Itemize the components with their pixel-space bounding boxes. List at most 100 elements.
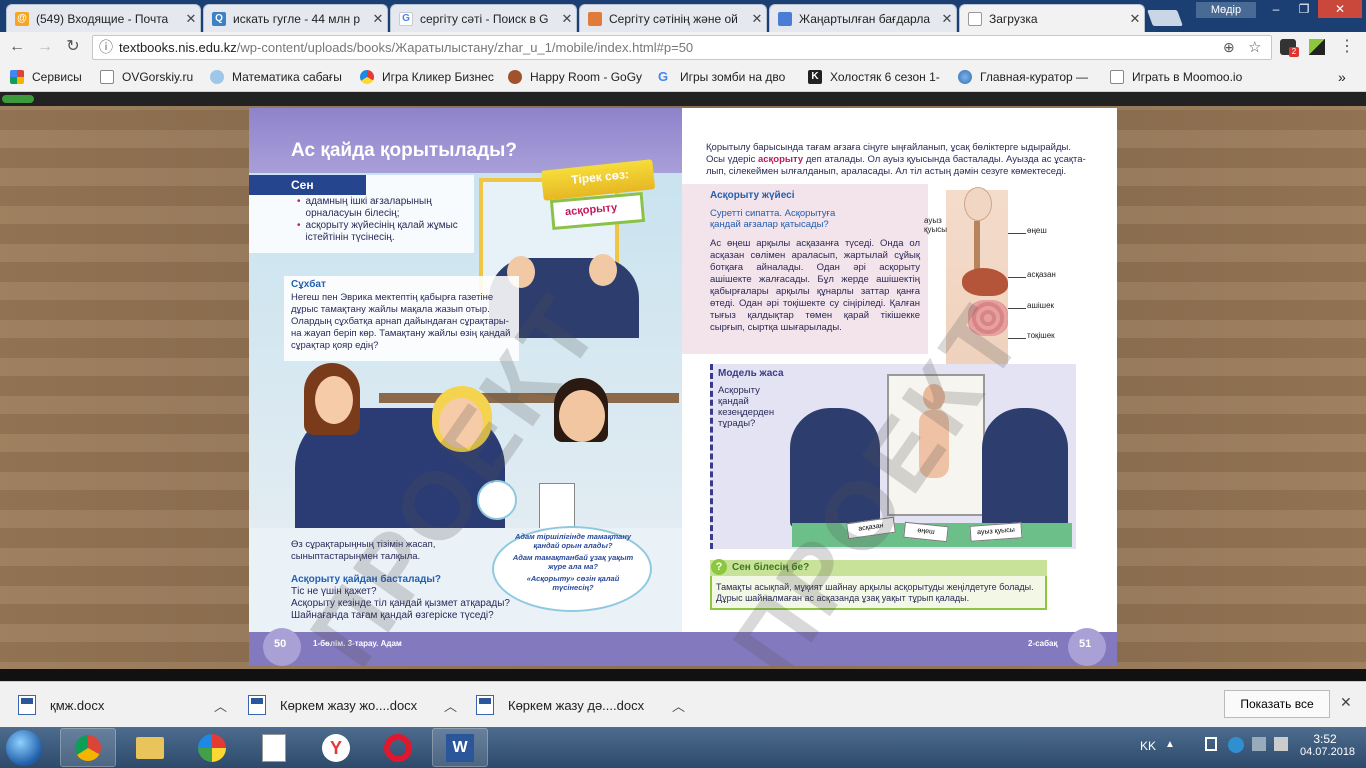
address-bar[interactable]: ⓘ textbooks.nis.edu.kz/wp-content/upload… <box>92 35 1272 60</box>
mail-icon: @ <box>15 11 29 26</box>
language-indicator[interactable]: KK <box>1140 739 1156 753</box>
reload-button[interactable]: ↻ <box>64 38 82 56</box>
network-icon[interactable] <box>1228 737 1244 753</box>
toolbar: ← → ↻ ⓘ textbooks.nis.edu.kz/wp-content/… <box>0 32 1366 62</box>
close-icon[interactable]: ✕ <box>558 11 576 27</box>
bubble-question: Адам тамақтанбай ұзақ уақыт жүре ала ма? <box>512 553 634 571</box>
maximize-button[interactable]: ❐ <box>1290 0 1318 18</box>
back-button[interactable]: ← <box>8 38 26 56</box>
download-name: Көркем жазу жо....docx <box>280 697 418 713</box>
zoom-icon[interactable]: ⊕ <box>1223 36 1235 59</box>
chevron-up-icon[interactable]: ︿ <box>214 696 227 715</box>
close-icon[interactable]: ✕ <box>369 11 387 27</box>
bookmark-item[interactable]: Главная-куратор — <box>958 69 1098 85</box>
goal-item: • адамның ішкі ағзаларының орналасуын біл… <box>297 196 432 219</box>
taskbar-opera[interactable] <box>370 728 426 767</box>
viewer-bottom-bar <box>0 669 1366 681</box>
doc-icon <box>778 11 792 26</box>
bookmark-icon <box>210 70 224 84</box>
download-item[interactable]: Көркем жазу жо....docx ︿ <box>230 682 458 728</box>
taskbar-word[interactable]: W <box>432 728 488 767</box>
tab-google[interactable]: G сергіту сәті - Поиск в G ✕ <box>390 4 577 32</box>
footer-text: 2-сабақ <box>1028 639 1058 648</box>
bookmark-item[interactable]: G Игры зомби на дво <box>658 69 798 85</box>
clock[interactable]: 3:52 04.07.2018 <box>1300 732 1355 758</box>
model-question: Асқорыту қандай кезеңдерден тұрады? <box>718 385 775 429</box>
forward-button[interactable]: → <box>36 38 54 56</box>
chevron-up-icon[interactable]: ︿ <box>672 696 685 715</box>
head-diagram <box>964 187 992 221</box>
download-item[interactable]: қмж.docx ︿ <box>0 682 228 728</box>
close-icon[interactable]: ✕ <box>1340 694 1352 711</box>
label-line <box>1008 233 1026 234</box>
close-icon[interactable]: ✕ <box>748 11 766 27</box>
viewer-toolbar <box>0 92 1366 106</box>
chrome-icon <box>75 734 101 761</box>
taskbar-explorer[interactable] <box>122 728 178 767</box>
girl-face <box>315 376 353 424</box>
bubble-question: Адам тіршілігінде тамақтану қандай орын … <box>514 532 632 550</box>
bookmark-item[interactable]: Играть в Moomoo.io <box>1110 69 1250 85</box>
organ-label: ашішек <box>1027 301 1055 310</box>
new-tab-button[interactable] <box>1147 10 1183 26</box>
download-name: Көркем жазу дә....docx <box>508 697 645 713</box>
tray-arrow-icon[interactable]: ▲ <box>1165 739 1175 750</box>
bubble-question: «Асқорыту» сөзін қалай түсінесің? <box>526 574 620 592</box>
battery-icon[interactable] <box>1205 737 1217 751</box>
left-page[interactable]: Ас қайда қорытылады? Сен • адамның ішкі а… <box>249 108 682 666</box>
tab-search[interactable]: Q искать гугле - 44 млн р ✕ <box>203 4 388 32</box>
signal-icon[interactable] <box>1252 737 1266 751</box>
bookmark-item[interactable]: Математика сабағы <box>210 69 350 85</box>
tab-mail[interactable]: @ (549) Входящие - Почта ✕ <box>6 4 201 32</box>
info-icon[interactable]: ⓘ <box>99 36 113 59</box>
volume-icon[interactable] <box>1274 737 1288 751</box>
close-icon[interactable]: ✕ <box>1126 11 1144 27</box>
profile-button[interactable]: Мөдір <box>1196 2 1256 18</box>
intro-text: Қорытылу барысында тағам ағзаға сіңуге ы… <box>706 142 1086 177</box>
students-illustration <box>982 408 1068 528</box>
word-icon: W <box>446 733 474 762</box>
bookmark-item[interactable]: Happy Room - GoGy <box>508 69 646 85</box>
taskbar-yandex[interactable]: Y <box>308 728 364 767</box>
page-icon <box>968 11 982 26</box>
system-text: Ас өңеш арқылы асқазанға түседі. Онда ол… <box>710 238 920 333</box>
more-bookmarks-icon[interactable]: » <box>1338 69 1358 85</box>
bullet-icon: • <box>297 220 301 231</box>
close-icon[interactable]: ✕ <box>182 11 200 27</box>
page-title: Ас қайда қорытылады? <box>291 140 517 161</box>
tab-title: Загрузка <box>989 11 1038 26</box>
taskbar-app[interactable] <box>184 728 240 767</box>
extension-icon[interactable] <box>1309 39 1325 55</box>
tab-sergitu[interactable]: Сергіту сәтінің және ой ✕ <box>579 4 767 32</box>
right-page[interactable]: Қорытылу барысында тағам ағзаға сіңуге ы… <box>682 108 1117 666</box>
minimize-button[interactable]: – <box>1262 0 1290 18</box>
bookmark-item[interactable]: OVGorskiy.ru <box>100 69 200 85</box>
page-icon <box>1110 70 1124 84</box>
dashed-line <box>710 364 713 549</box>
show-all-button[interactable]: Показать все <box>1224 690 1330 718</box>
menu-icon[interactable]: ⋮ <box>1338 38 1356 56</box>
extension-icon[interactable]: 2 <box>1280 39 1299 57</box>
apps-icon <box>10 70 24 84</box>
bookmark-apps[interactable]: Сервисы <box>10 69 90 85</box>
chevron-up-icon[interactable]: ︿ <box>444 696 457 715</box>
bookmark-item[interactable]: Игра Кликер Бизнес <box>360 69 498 85</box>
viewer-logo-icon <box>2 95 34 103</box>
opera-icon <box>384 733 412 762</box>
goals-title: Сен <box>291 178 314 192</box>
bookmark-icon <box>360 70 374 84</box>
start-button[interactable] <box>6 730 42 766</box>
tab-title: (549) Входящие - Почта <box>36 11 169 26</box>
highlight-word: асқорыту <box>757 154 804 165</box>
close-icon[interactable]: ✕ <box>938 11 956 27</box>
downloads-bar: қмж.docx ︿ Көркем жазу жо....docx ︿ Көркем… <box>0 681 1366 727</box>
esophagus-diagram <box>974 221 980 273</box>
taskbar-chrome[interactable] <box>60 728 116 767</box>
star-icon[interactable]: ☆ <box>1248 36 1261 59</box>
close-window-button[interactable]: ✕ <box>1318 0 1362 18</box>
download-item[interactable]: Көркем жазу дә....docx ︿ <box>458 682 686 728</box>
tab-download[interactable]: Загрузка ✕ <box>959 4 1145 32</box>
tab-doc[interactable]: Жаңартылған бағдарла ✕ <box>769 4 957 32</box>
bookmark-item[interactable]: K Холостяк 6 сезон 1- <box>808 69 948 85</box>
taskbar-media[interactable] <box>246 728 302 767</box>
